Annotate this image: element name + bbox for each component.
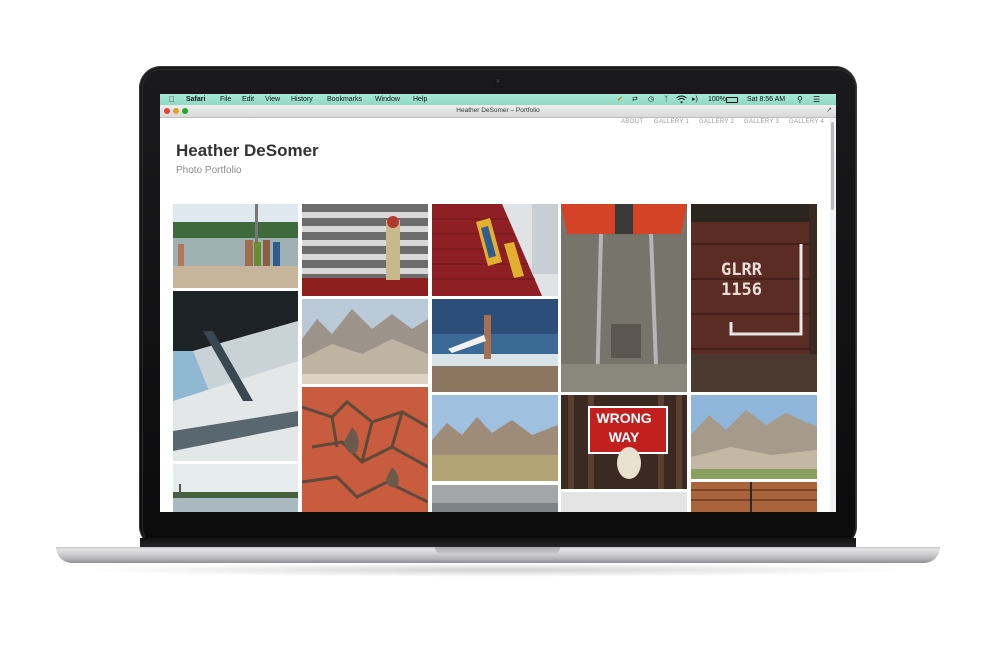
railcar-marking: GLRR 1156 [721,260,762,300]
nav-gallery-3[interactable]: GALLERY 3 [744,119,779,125]
sync-status-icon[interactable]: ⇄ [632,94,638,105]
photo-partial-bottom[interactable] [561,492,687,512]
nav-gallery-4[interactable]: GALLERY 4 [789,119,824,125]
laptop-opening-notch [435,547,560,555]
railcar-marking-line1: GLRR [721,260,762,280]
nav-gallery-1[interactable]: GALLERY 1 [654,119,689,125]
photo-wood-hook[interactable] [691,482,817,512]
photo-badlands-1[interactable] [302,299,428,384]
photo-figurine-grille[interactable] [302,204,428,296]
photo-railcar-glrr[interactable]: GLRR 1156 [691,204,817,392]
photo-train-tracks[interactable] [561,204,687,392]
menu-app-name[interactable]: Safari [186,94,205,105]
photo-badlands-2[interactable] [432,395,558,481]
photo-lakeshore[interactable] [173,464,298,512]
photo-red-building[interactable] [432,204,558,296]
page-scrollbar-thumb[interactable] [831,122,834,210]
laptop-screen:  Safari File Edit View History Bookmark… [160,94,836,512]
zoom-window-icon[interactable] [182,108,188,114]
photo-kids-at-beach[interactable] [173,204,298,288]
nav-about[interactable]: ABOUT [621,119,643,125]
nav-gallery-2[interactable]: GALLERY 2 [699,119,734,125]
menu-file[interactable]: File [220,94,231,105]
photo-grey-sky[interactable] [432,485,558,512]
menu-view[interactable]: View [265,94,280,105]
menu-clock[interactable]: Sat 8:56 AM [747,94,785,105]
mac-menu-bar:  Safari File Edit View History Bookmark… [160,94,836,105]
site-title[interactable]: Heather DeSomer [176,141,319,161]
browser-title-bar: Heather DeSomer – Portfolio ↗ [160,105,836,118]
menu-help[interactable]: Help [413,94,427,105]
camera-icon [495,78,501,84]
fullscreen-icon[interactable]: ↗ [826,105,832,117]
railcar-marking-line2: 1156 [721,280,762,300]
time-machine-icon[interactable]: ◷ [648,94,654,105]
photo-cracked-paint[interactable] [302,387,428,512]
menu-edit[interactable]: Edit [242,94,254,105]
checkmark-status-icon[interactable]: ✔ [617,94,623,105]
wrong-way-line2: WAY [608,429,640,445]
battery-icon[interactable] [726,97,738,103]
laptop-shadow [80,563,916,577]
photo-badlands-3[interactable] [691,395,817,479]
laptop-hinge [140,538,856,547]
menu-history[interactable]: History [291,94,313,105]
volume-icon[interactable]: ▸) [692,94,698,105]
spotlight-search-icon[interactable]: ⚲ [797,94,803,105]
photo-architecture-glass[interactable] [173,291,298,461]
notification-center-icon[interactable]: ☰ [813,94,820,105]
menu-bookmarks[interactable]: Bookmarks [327,94,362,105]
minimize-window-icon[interactable] [173,108,179,114]
photo-surfer[interactable] [432,299,558,392]
apple-menu-icon[interactable]:  [169,94,175,105]
bluetooth-icon[interactable]: ᛉ [664,94,668,105]
photo-wrong-way-sign[interactable]: WRONG WAY [561,395,687,489]
window-title: Heather DeSomer – Portfolio [456,107,540,114]
menu-window[interactable]: Window [375,94,400,105]
web-page: ABOUT GALLERY 1 GALLERY 2 GALLERY 3 GALL… [160,118,830,512]
wrong-way-sign-text: WRONG WAY [561,409,687,447]
battery-percent[interactable]: 100% [708,94,726,105]
wifi-icon[interactable] [676,94,687,105]
close-window-icon[interactable] [164,108,170,114]
site-subtitle: Photo Portfolio [176,165,242,176]
wrong-way-line1: WRONG [596,410,652,426]
